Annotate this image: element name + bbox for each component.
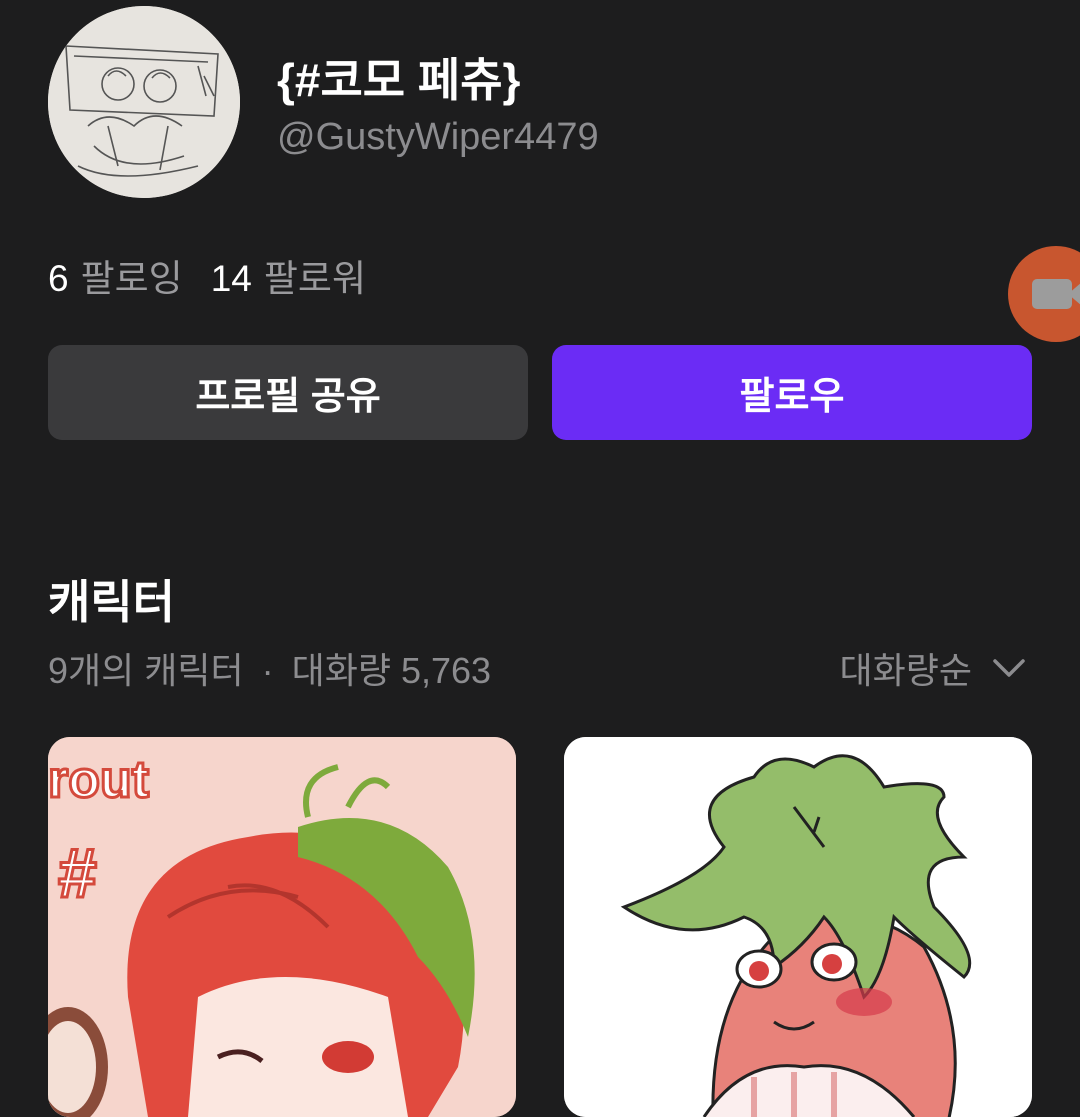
follow-stats: 6 팔로잉 14 팔로워: [48, 248, 366, 302]
conversation-count: 대화량 5,763: [291, 650, 492, 691]
character-card-2[interactable]: [564, 737, 1032, 1117]
character-count: 9개의 캐릭터: [48, 650, 244, 691]
followers-count: 14: [210, 258, 252, 299]
profile-name: {#코모 페츄}: [277, 54, 521, 106]
screen-record-button[interactable]: [1008, 246, 1080, 342]
following-count: 6: [48, 258, 69, 299]
character-card-1-image: rout #: [48, 737, 516, 1117]
chevron-down-icon: [993, 659, 1025, 677]
followers-label: 팔로워: [263, 258, 366, 299]
character-card-1[interactable]: rout #: [48, 737, 516, 1117]
video-camera-lens-icon: [1068, 282, 1080, 306]
meta-separator: ·: [261, 650, 274, 691]
video-camera-icon: [1032, 279, 1072, 309]
sort-label: 대화량순: [839, 650, 972, 691]
following-stat[interactable]: 6 팔로잉: [48, 248, 183, 302]
followers-stat[interactable]: 14 팔로워: [211, 248, 366, 302]
card-1-art-text: rout: [48, 751, 149, 809]
following-label: 팔로잉: [80, 258, 183, 299]
follow-button[interactable]: 팔로우: [552, 345, 1032, 440]
character-card-2-image: [564, 737, 1032, 1117]
sort-dropdown[interactable]: 대화량순: [840, 642, 1026, 694]
svg-text:#: #: [58, 834, 97, 912]
characters-section-title: 캐릭터: [48, 576, 175, 628]
avatar-sketch-image: [48, 6, 240, 198]
profile-avatar[interactable]: [48, 6, 240, 198]
share-profile-button[interactable]: 프로필 공유: [48, 345, 528, 440]
characters-meta: 9개의 캐릭터 · 대화량 5,763: [48, 642, 491, 694]
profile-handle: @GustyWiper4479: [277, 116, 599, 158]
